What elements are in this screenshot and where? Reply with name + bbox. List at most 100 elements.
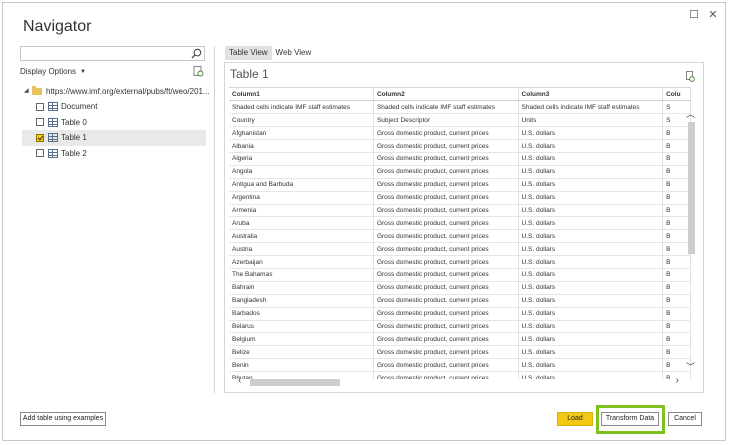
- close-button[interactable]: ✕: [706, 8, 720, 22]
- table-cell: Units: [518, 113, 664, 128]
- tree-item-table-1[interactable]: Table 1: [22, 130, 206, 146]
- table-row[interactable]: Australia Gross domestic product, current…: [229, 229, 691, 244]
- tree-item-label: Document: [61, 102, 98, 112]
- view-tabs: Table View Web View: [225, 46, 315, 60]
- table-cell: Country: [229, 113, 374, 128]
- table-row[interactable]: Benin Gross domestic product, current pri…: [229, 358, 691, 373]
- table-row[interactable]: The Bahamas Gross domestic product, curre…: [229, 268, 691, 282]
- checkbox[interactable]: [36, 118, 44, 127]
- table-cell: Austria: [229, 242, 374, 257]
- table-icon: [48, 102, 58, 112]
- table-row[interactable]: Shaded cells indicate IMF staff estimate…: [229, 100, 691, 115]
- table-cell: U.S. dollars: [518, 139, 664, 153]
- preview-title: Table 1: [230, 67, 269, 81]
- display-options-menu[interactable]: Display Options ▼: [20, 67, 86, 76]
- table-cell: Albania: [229, 139, 374, 153]
- checkbox-checked[interactable]: [36, 133, 44, 142]
- scroll-left-icon[interactable]: ‹: [238, 375, 241, 386]
- scroll-thumb[interactable]: [250, 379, 340, 386]
- table-row[interactable]: Barbados Gross domestic product, current …: [229, 307, 691, 321]
- table-row[interactable]: Belgium Gross domestic product, current p…: [229, 332, 691, 347]
- tree-root[interactable]: ◢ https://www.imf.org/external/pubs/ft/w…: [22, 84, 210, 99]
- chevron-down-icon: ▼: [80, 68, 86, 75]
- table-cell: U.S. dollars: [518, 332, 664, 347]
- table-cell: Gross domestic product, current prices: [373, 191, 519, 205]
- table-row[interactable]: Angola Gross domestic product, current pr…: [229, 165, 691, 179]
- table-row[interactable]: Belarus Gross domestic product, current p…: [229, 320, 691, 334]
- tree-item-label: Table 0: [61, 117, 87, 127]
- scroll-right-icon[interactable]: ›: [676, 375, 679, 386]
- collapse-icon[interactable]: ◢: [24, 84, 29, 99]
- maximize-button[interactable]: ☐: [687, 8, 701, 22]
- table-cell: U.S. dollars: [518, 345, 664, 360]
- table-cell: Shaded cells indicate IMF staff estimate…: [518, 100, 664, 115]
- column-header[interactable]: Column3: [518, 88, 664, 102]
- table-cell: U.S. dollars: [518, 281, 664, 295]
- export-icon[interactable]: [686, 71, 695, 82]
- table-cell: Gross domestic product, current prices: [373, 204, 519, 218]
- vertical-scrollbar[interactable]: ︿ ﹀: [685, 107, 697, 373]
- checkbox[interactable]: [36, 149, 44, 158]
- cancel-button[interactable]: Cancel: [668, 412, 702, 426]
- table-cell: Gross domestic product, current prices: [373, 345, 519, 360]
- table-cell: Gross domestic product, current prices: [373, 165, 519, 179]
- table-row[interactable]: Antigua and Barbuda Gross domestic produc…: [229, 178, 691, 192]
- table-cell: U.S. dollars: [518, 294, 664, 308]
- table-row[interactable]: Bahrain Gross domestic product, current p…: [229, 281, 691, 295]
- tree-item-table-2[interactable]: Table 2: [22, 146, 206, 161]
- table-cell: U.S. dollars: [518, 320, 664, 334]
- folder-icon: [32, 86, 42, 95]
- table-row[interactable]: Aruba Gross domestic product, current pri…: [229, 216, 691, 231]
- table-row[interactable]: Armenia Gross domestic product, current p…: [229, 204, 691, 218]
- table-cell: U.S. dollars: [518, 204, 664, 218]
- add-table-using-examples-button[interactable]: Add table using examples: [20, 412, 106, 426]
- data-grid[interactable]: Column1 Column2 Column3 Colu Shaded cells i…: [229, 87, 691, 379]
- tree-item-document[interactable]: Document: [22, 99, 206, 114]
- tab-table-view[interactable]: Table View: [225, 46, 272, 60]
- panel-divider[interactable]: [214, 46, 215, 393]
- scroll-down-icon[interactable]: ﹀: [686, 360, 695, 373]
- transform-data-button[interactable]: Transform Data: [601, 412, 659, 426]
- table-row[interactable]: Afghanistan Gross domestic product, curre…: [229, 126, 691, 141]
- table-row[interactable]: Bangladesh Gross domestic product, curren…: [229, 294, 691, 308]
- table-cell: Shaded cells indicate IMF staff estimate…: [229, 100, 374, 115]
- table-row[interactable]: Country Subject Descriptor Units S: [229, 113, 691, 128]
- display-options-label: Display Options: [20, 67, 77, 76]
- table-cell: U.S. dollars: [518, 307, 664, 321]
- table-cell: U.S. dollars: [518, 242, 664, 257]
- table-row[interactable]: Argentina Gross domestic product, current…: [229, 191, 691, 205]
- column-header[interactable]: Column2: [373, 88, 519, 102]
- table-cell: U.S. dollars: [518, 152, 664, 166]
- table-cell: Gross domestic product, current prices: [373, 294, 519, 308]
- table-row[interactable]: Algeria Gross domestic product, current p…: [229, 152, 691, 166]
- scroll-up-icon[interactable]: ︿: [686, 107, 695, 120]
- scroll-thumb[interactable]: [688, 122, 695, 254]
- table-cell: Belarus: [229, 320, 374, 334]
- tab-web-view[interactable]: Web View: [272, 46, 316, 60]
- checkbox[interactable]: [36, 102, 44, 111]
- table-cell: Armenia: [229, 204, 374, 218]
- table-cell: Bangladesh: [229, 294, 374, 308]
- table-cell: Gross domestic product, current prices: [373, 332, 519, 347]
- table-row[interactable]: Belize Gross domestic product, current pr…: [229, 345, 691, 360]
- table-cell: Gross domestic product, current prices: [373, 358, 519, 373]
- table-row[interactable]: Albania Gross domestic product, current p…: [229, 139, 691, 153]
- tree-item-label: Table 2: [61, 148, 87, 158]
- refresh-icon[interactable]: [193, 66, 204, 77]
- table-row[interactable]: Austria Gross domestic product, current p…: [229, 242, 691, 257]
- search-input[interactable]: [20, 46, 205, 61]
- table-cell: U.S. dollars: [518, 165, 664, 179]
- table-cell: Gross domestic product, current prices: [373, 242, 519, 257]
- table-row[interactable]: Azerbaijan Gross domestic product, curren…: [229, 255, 691, 269]
- tree-item-table-0[interactable]: Table 0: [22, 115, 206, 130]
- column-header[interactable]: Column1: [229, 88, 374, 102]
- load-button[interactable]: Load: [557, 412, 593, 426]
- horizontal-scrollbar[interactable]: ‹ ›: [236, 375, 681, 388]
- table-cell: Gross domestic product, current prices: [373, 216, 519, 231]
- table-cell: Australia: [229, 229, 374, 244]
- table-header-row: Column1 Column2 Column3 Colu: [229, 88, 691, 102]
- table-cell: Gross domestic product, current prices: [373, 268, 519, 282]
- table-cell: Belize: [229, 345, 374, 360]
- column-header[interactable]: Colu: [662, 88, 691, 102]
- table-cell: Argentina: [229, 191, 374, 205]
